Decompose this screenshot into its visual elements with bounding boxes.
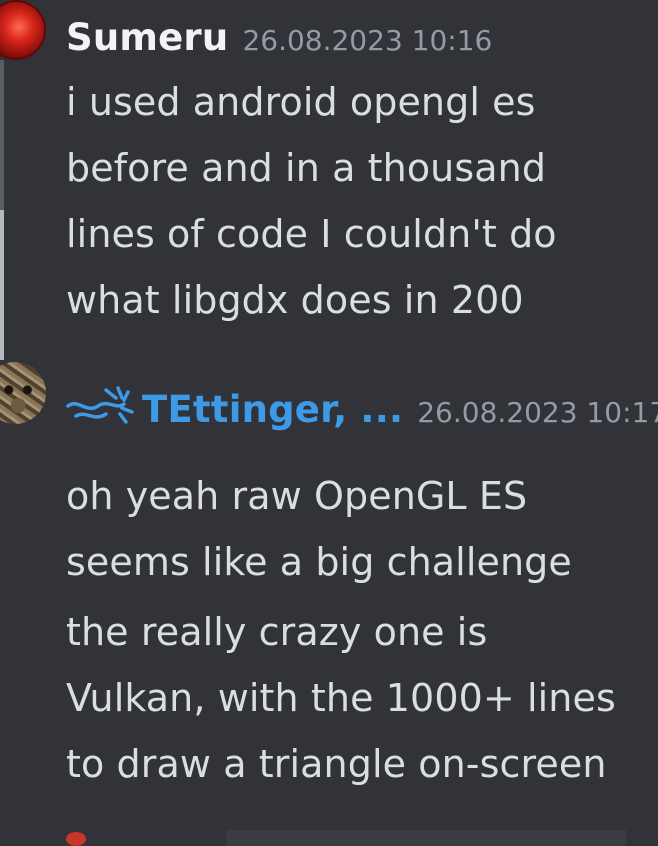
message-header: Sumeru 26.08.2023 10:16 bbox=[66, 16, 492, 59]
timestamp: 26.08.2023 10:16 bbox=[242, 24, 493, 57]
dragon-icon bbox=[66, 384, 138, 430]
timestamp: 26.08.2023 10:17 bbox=[417, 396, 658, 429]
message-text-line: seems like a big challenge bbox=[66, 540, 572, 584]
next-message-preview bbox=[226, 830, 626, 846]
message-text-line: lines of code I couldn't do bbox=[66, 212, 557, 256]
message-text-line: before and in a thousand bbox=[66, 146, 547, 190]
thread-indicator-bar-light bbox=[0, 210, 4, 360]
message-text-line: Vulkan, with the 1000+ lines bbox=[66, 676, 616, 720]
message-text-line: what libgdx does in 200 bbox=[66, 278, 524, 322]
message-text-line: the really crazy one is bbox=[66, 610, 488, 654]
thread-indicator-bar bbox=[0, 60, 4, 210]
message-text-line: i used android opengl es bbox=[66, 80, 536, 124]
avatar[interactable] bbox=[0, 362, 46, 424]
avatar[interactable] bbox=[0, 0, 46, 60]
message-text-line: to draw a triangle on-screen bbox=[66, 742, 607, 786]
avatar bbox=[66, 832, 86, 846]
next-message-peek bbox=[66, 826, 626, 846]
message-header: TEttinger, ... 26.08.2023 10:17 bbox=[66, 384, 658, 431]
username[interactable]: Sumeru bbox=[66, 16, 228, 59]
username[interactable]: TEttinger, ... bbox=[142, 388, 403, 431]
message-text-line: oh yeah raw OpenGL ES bbox=[66, 474, 528, 518]
